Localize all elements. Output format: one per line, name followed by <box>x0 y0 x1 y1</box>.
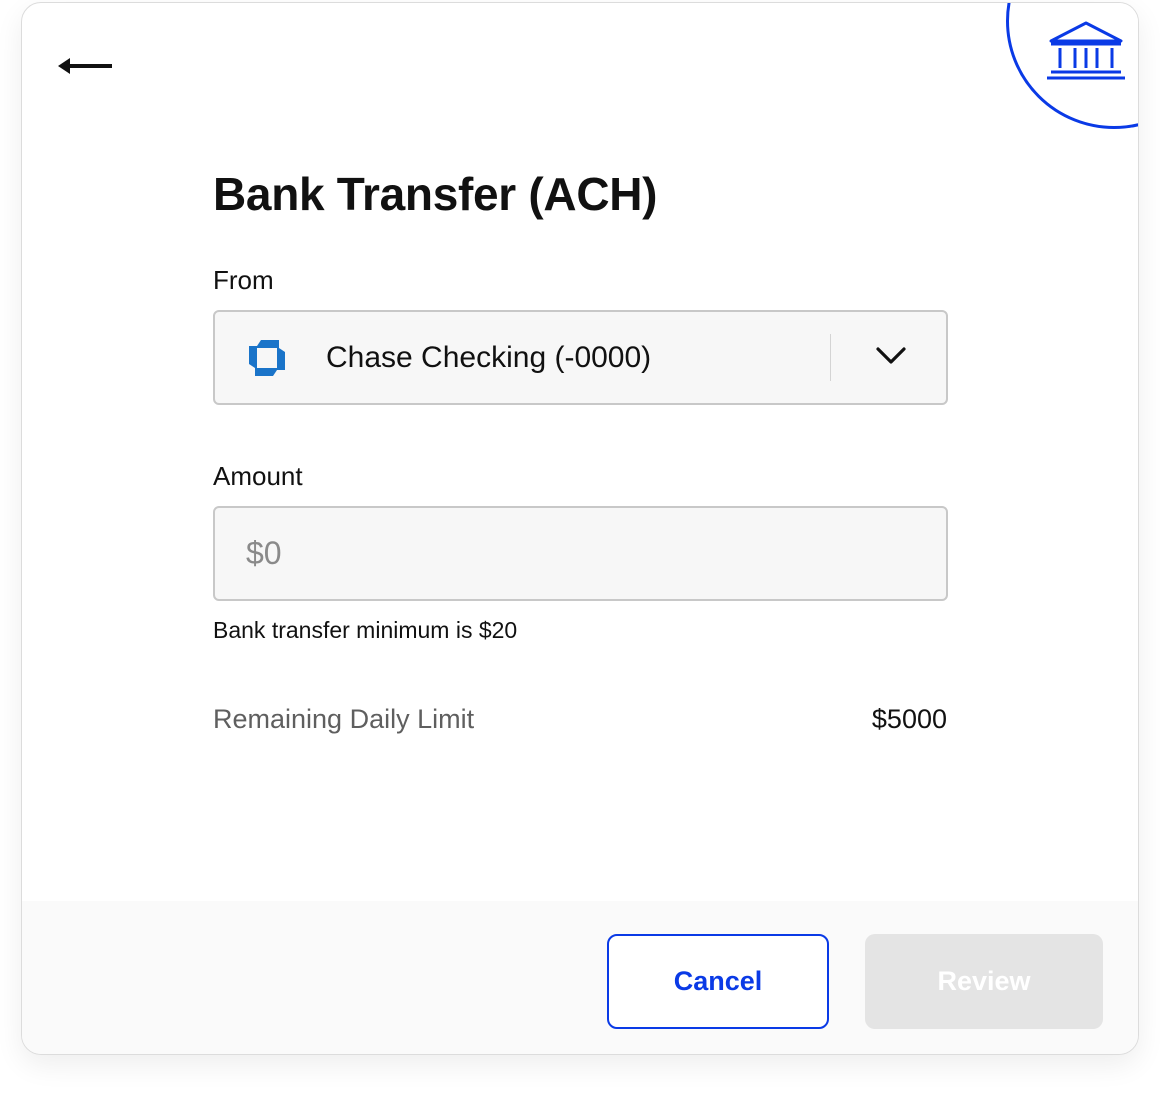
minimum-hint: Bank transfer minimum is $20 <box>213 617 518 643</box>
review-button[interactable]: Review <box>865 934 1103 1029</box>
back-arrow-icon[interactable] <box>56 51 114 81</box>
page-title: Bank Transfer (ACH) <box>213 168 658 220</box>
bank-badge <box>1006 3 1138 129</box>
bank-transfer-dialog: Bank Transfer (ACH) From Chase Checking … <box>21 2 1139 1055</box>
cancel-button[interactable]: Cancel <box>607 934 829 1029</box>
from-account-select[interactable]: Chase Checking (-0000) <box>213 310 948 405</box>
chase-logo-icon <box>249 340 285 376</box>
amount-input[interactable] <box>213 506 948 601</box>
amount-label: Amount <box>213 461 303 491</box>
selected-account: Chase Checking (-0000) <box>326 341 652 374</box>
from-label: From <box>213 265 274 295</box>
dialog-footer: Cancel Review <box>22 901 1138 1054</box>
chevron-down-icon[interactable] <box>875 345 907 367</box>
daily-limit-label: Remaining Daily Limit <box>213 704 475 734</box>
select-divider <box>830 334 831 381</box>
daily-limit-value: $5000 <box>871 704 947 734</box>
bank-building-icon <box>1047 21 1125 80</box>
